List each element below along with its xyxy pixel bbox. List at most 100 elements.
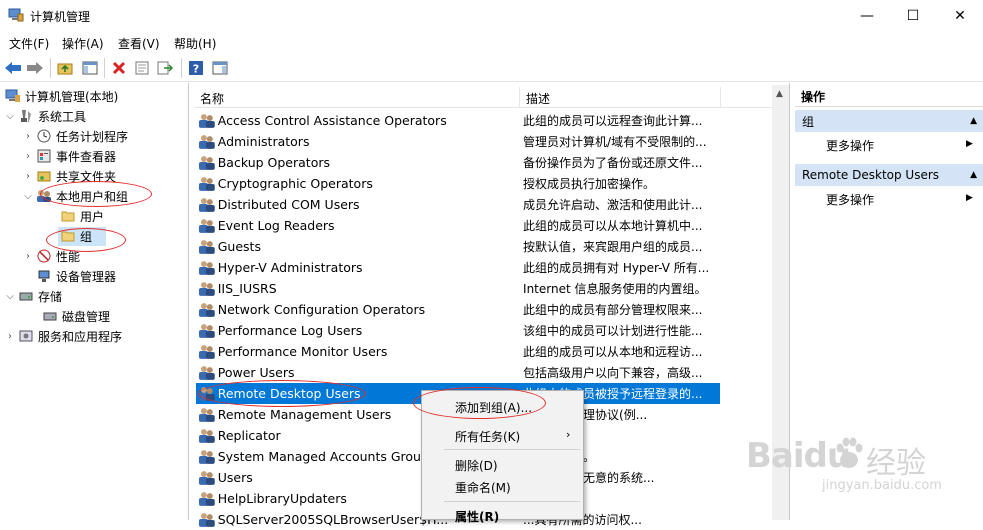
show-action-pane-icon[interactable] xyxy=(210,58,230,78)
annotation-ellipse xyxy=(40,181,152,207)
tree-item-system-tools[interactable]: ⌵ 系统工具 xyxy=(4,106,86,126)
chevron-right-icon[interactable]: › xyxy=(4,331,16,342)
tree-label: 任务计划程序 xyxy=(56,129,129,144)
table-row[interactable]: Cryptographic Operators 授权成员执行加密操作。 xyxy=(196,173,720,194)
group-description: 此组的成员可以从本地和远程访... xyxy=(523,345,703,359)
table-row[interactable]: Event Log Readers 此组的成员可以从本地计算机中... xyxy=(196,215,720,236)
table-row[interactable]: Performance Monitor Users 此组的成员可以从本地和远程访.… xyxy=(196,341,720,362)
menu-item-delete[interactable]: 删除(D) xyxy=(455,457,498,474)
chevron-right-icon[interactable]: ▶ xyxy=(966,139,973,149)
collapse-icon[interactable]: ▲ xyxy=(970,170,977,180)
help-icon[interactable]: ? xyxy=(186,58,206,78)
actions-section-groups[interactable]: 组 ▲ xyxy=(795,110,983,132)
group-icon xyxy=(198,260,215,275)
tree-item-storage[interactable]: ⌵ 存储 xyxy=(4,286,62,306)
group-name: Performance Log Users xyxy=(217,323,363,338)
scroll-up-icon[interactable]: ▲ xyxy=(776,89,783,99)
actions-header: 操作 xyxy=(795,86,983,107)
minimize-button[interactable]: — xyxy=(844,0,890,32)
annotation-ellipse xyxy=(413,387,546,419)
table-row[interactable]: IIS_IUSRS Internet 信息服务使用的内置组。 xyxy=(196,278,720,299)
table-row[interactable]: Access Control Assistance Operators 此组的成员… xyxy=(196,110,720,131)
chevron-right-icon[interactable]: › xyxy=(22,131,34,142)
up-folder-icon[interactable] xyxy=(55,58,75,78)
actions-section-selected[interactable]: Remote Desktop Users ▲ xyxy=(795,164,983,186)
menu-file[interactable]: 文件(F) xyxy=(9,35,49,52)
properties-icon[interactable] xyxy=(132,58,152,78)
tree-item-event-viewer[interactable]: › 事件查看器 xyxy=(22,146,116,166)
tree-item-root[interactable]: 计算机管理(本地) xyxy=(3,86,118,106)
chevron-right-icon[interactable]: › xyxy=(22,171,34,182)
chevron-down-icon[interactable]: ⌵ xyxy=(4,291,16,302)
group-name: Access Control Assistance Operators xyxy=(217,113,447,128)
export-list-icon[interactable] xyxy=(155,58,175,78)
group-icon xyxy=(198,281,215,296)
group-icon xyxy=(198,428,215,443)
table-row[interactable]: Administrators 管理员对计算机/域有不受限制的... xyxy=(196,131,720,152)
chevron-down-icon[interactable]: ⌵ xyxy=(4,111,16,122)
column-header-description[interactable]: 描述 xyxy=(526,90,550,107)
collapse-icon[interactable]: ▲ xyxy=(970,116,977,126)
toolbar-separator xyxy=(50,58,51,78)
table-row[interactable]: Performance Log Users 该组中的成员可以计划进行性能... xyxy=(196,320,720,341)
chevron-right-icon[interactable]: › xyxy=(22,151,34,162)
services-icon xyxy=(18,328,34,344)
group-name: Cryptographic Operators xyxy=(217,176,373,191)
show-hide-tree-icon[interactable] xyxy=(80,58,100,78)
tree-item-task-scheduler[interactable]: › 任务计划程序 xyxy=(22,126,128,146)
group-name: IIS_IUSRS xyxy=(217,281,277,296)
tree-label: 计算机管理(本地) xyxy=(25,89,119,104)
column-header-name[interactable]: 名称 xyxy=(200,90,224,107)
annotation-ellipse xyxy=(46,228,126,252)
group-name: Distributed COM Users xyxy=(217,197,360,212)
storage-icon xyxy=(18,288,34,304)
table-row[interactable]: Distributed COM Users 成员允许启动、激活和使用此计... xyxy=(196,194,720,215)
group-icon xyxy=(198,323,215,338)
group-description: 该组中的成员可以计划进行性能... xyxy=(523,324,703,338)
group-name: Backup Operators xyxy=(217,155,330,170)
close-button[interactable]: ✕ xyxy=(937,0,983,32)
forward-icon[interactable] xyxy=(25,58,45,78)
toolbar-separator xyxy=(104,58,105,78)
group-description: 包括高级用户以向下兼容，高级... xyxy=(523,366,703,380)
disk-icon xyxy=(42,308,58,324)
menu-help[interactable]: 帮助(H) xyxy=(174,35,216,52)
tree-item-disk-management[interactable]: 磁盘管理 xyxy=(40,306,110,326)
menu-item-all-tasks[interactable]: 所有任务(K) xyxy=(455,428,520,445)
tree-label: 事件查看器 xyxy=(56,149,117,164)
maximize-button[interactable]: ☐ xyxy=(890,0,936,32)
group-name: Guests xyxy=(217,239,261,254)
column-divider[interactable] xyxy=(519,87,520,107)
chevron-down-icon[interactable]: ⌵ xyxy=(22,191,34,202)
tree-item-users[interactable]: 用户 xyxy=(58,206,104,226)
tree-label: 系统工具 xyxy=(38,109,87,124)
table-row[interactable]: Backup Operators 备份操作员为了备份或还原文件... xyxy=(196,152,720,173)
menu-view[interactable]: 查看(V) xyxy=(118,35,160,52)
tree-label: 用户 xyxy=(80,209,105,224)
menu-item-rename[interactable]: 重命名(M) xyxy=(455,479,511,496)
table-row[interactable]: Hyper-V Administrators 此组的成员拥有对 Hyper-V 所… xyxy=(196,257,720,278)
group-icon xyxy=(198,491,215,506)
column-divider[interactable] xyxy=(720,87,721,107)
chevron-right-icon[interactable]: ▶ xyxy=(966,193,973,203)
table-row[interactable]: Guests 按默认值，来宾跟用户组的成员... xyxy=(196,236,720,257)
tree-label: 存储 xyxy=(38,289,63,304)
group-icon xyxy=(198,155,215,170)
back-icon[interactable] xyxy=(3,58,23,78)
group-icon xyxy=(198,302,215,317)
paw-logo xyxy=(836,437,863,468)
menu-action[interactable]: 操作(A) xyxy=(62,35,104,52)
group-name: Performance Monitor Users xyxy=(217,344,388,359)
group-icon xyxy=(198,113,215,128)
delete-icon[interactable] xyxy=(109,58,129,78)
tree-label: 设备管理器 xyxy=(56,269,117,284)
table-row[interactable]: Network Configuration Operators 此组中的成员有部分… xyxy=(196,299,720,320)
more-actions-selected[interactable]: 更多操作 xyxy=(826,191,874,208)
tree-label: 服务和应用程序 xyxy=(38,329,123,344)
group-name: Administrators xyxy=(217,134,310,149)
more-actions-groups[interactable]: 更多操作 xyxy=(826,137,874,154)
tree-item-device-manager[interactable]: 设备管理器 xyxy=(34,266,116,286)
chevron-right-icon[interactable]: › xyxy=(22,251,34,262)
tree-item-services-apps[interactable]: › 服务和应用程序 xyxy=(4,326,122,346)
menu-item-properties[interactable]: 属性(R) xyxy=(455,508,499,525)
